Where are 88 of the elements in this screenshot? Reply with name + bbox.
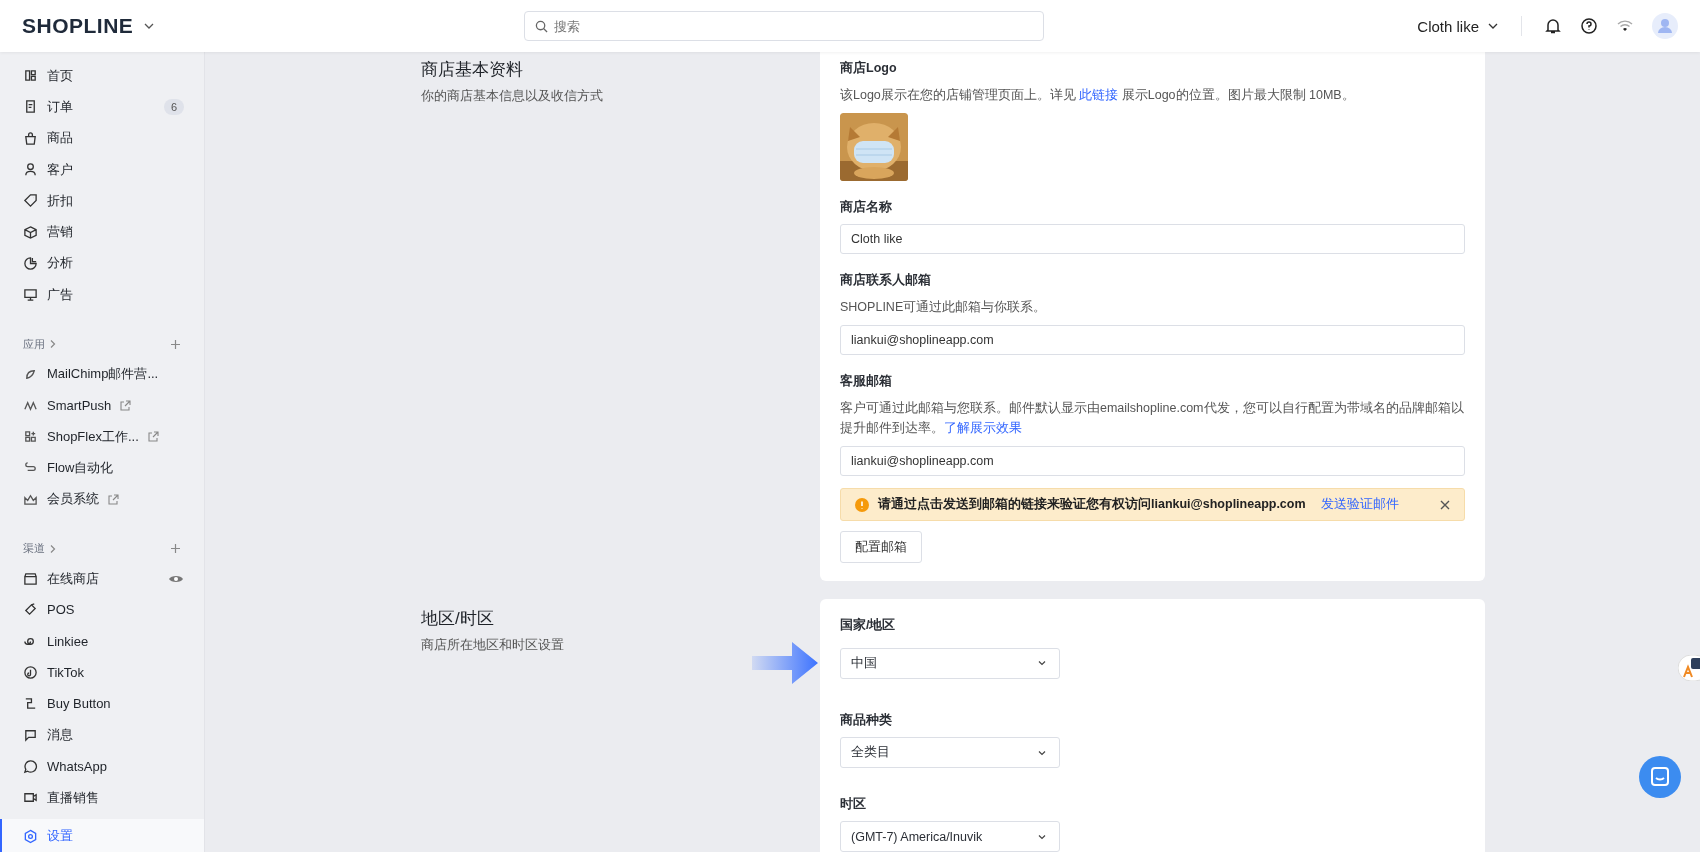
plus-icon[interactable]: [170, 338, 181, 350]
channel-icon: [23, 758, 38, 774]
nav-item[interactable]: 折扣: [0, 185, 204, 217]
nav-item[interactable]: 客户: [0, 153, 204, 186]
nav-item[interactable]: 营销: [0, 216, 204, 248]
translate-icon[interactable]: [1678, 655, 1700, 681]
nav-item[interactable]: 直播销售: [0, 781, 204, 814]
nav-icon: [23, 130, 38, 146]
nav-item[interactable]: 广告: [0, 279, 204, 311]
help-link[interactable]: 此链接: [1079, 88, 1119, 102]
search-field[interactable]: 搜索: [524, 11, 1044, 41]
nav-icon: [23, 193, 38, 209]
configure-button[interactable]: 配置邮箱: [840, 531, 922, 563]
section-heading: 地区/时区: [421, 609, 495, 629]
app-icon: [23, 491, 38, 507]
logo[interactable]: SHOPLINE: [22, 14, 134, 38]
nav-item[interactable]: 会员系统: [0, 483, 204, 515]
help-text: 客户可通过此邮箱与您联系。邮件默认显示由emailshopline.com代发，您可以自行配置为带域名的品牌邮箱以提升邮件到达率。了解展示效果: [840, 400, 1465, 437]
help-text: 该Logo展示在您的店铺管理页面上。详见 此链接 展示Logo的位置。图片最大限制 10MB。: [840, 87, 1356, 104]
nav-item[interactable]: 首页: [0, 60, 204, 92]
search-icon: [535, 20, 548, 33]
chevron-right-icon[interactable]: [49, 339, 57, 350]
section-title[interactable]: 渠道: [23, 541, 45, 557]
field-label: 时区: [840, 796, 867, 813]
external-link-icon: [120, 399, 132, 411]
nav-item[interactable]: 消息: [0, 719, 204, 751]
nav-item[interactable]: POS: [0, 594, 204, 626]
nav-item[interactable]: Buy Button: [0, 688, 204, 720]
section-heading: 商店基本资料: [421, 60, 524, 80]
channel-icon: [23, 602, 38, 618]
nav-item[interactable]: Linkiee: [0, 625, 204, 657]
wifi-icon[interactable]: [1616, 18, 1634, 34]
text-field[interactable]: liankui@shoplineapp.com: [840, 325, 1465, 355]
nav-item[interactable]: TikTok: [0, 656, 204, 689]
count-badge: 6: [163, 98, 184, 115]
section-description: 商店所在地区和时区设置: [421, 637, 565, 654]
section-description: 你的商店基本信息以及收信方式: [421, 88, 604, 105]
store-switcher[interactable]: Cloth like: [1417, 17, 1479, 35]
warning-icon: [855, 497, 869, 512]
help-text: SHOPLINE可通过此邮箱与你联系。: [840, 299, 1048, 316]
nav-item[interactable]: MailChimp邮件营...: [0, 358, 204, 390]
field-label: 客服邮箱: [840, 373, 893, 390]
nav-item[interactable]: 设置: [0, 819, 204, 852]
chevron-down-icon: [1037, 658, 1047, 668]
channel-icon: [23, 664, 38, 680]
close-icon[interactable]: [1440, 499, 1450, 510]
nav-item[interactable]: 分析: [0, 247, 204, 280]
help-icon[interactable]: [1580, 17, 1598, 35]
nav-icon: [23, 162, 38, 178]
field-label: 商品种类: [840, 712, 893, 729]
nav-item[interactable]: SmartPush: [0, 389, 204, 421]
chat-icon[interactable]: [1639, 756, 1681, 798]
nav-icon: [23, 68, 38, 84]
field-label: 商店名称: [840, 199, 893, 216]
text-field[interactable]: Cloth like: [840, 224, 1465, 254]
select-field[interactable]: 中国: [840, 647, 1060, 679]
chevron-right-icon[interactable]: [49, 543, 57, 554]
plus-icon[interactable]: [170, 543, 181, 555]
nav-icon: [23, 287, 38, 303]
gear-icon: [23, 828, 38, 844]
nav-icon: [23, 224, 38, 240]
external-link-icon: [108, 493, 119, 505]
field-label: 国家/地区: [840, 617, 897, 634]
nav-icon: [23, 255, 38, 271]
channel-icon: [23, 571, 38, 586]
app-icon: [23, 429, 38, 445]
select-field[interactable]: (GMT-7) America/Inuvik: [840, 821, 1060, 852]
channel-icon: [23, 696, 38, 712]
nav-item[interactable]: WhatsApp: [0, 750, 204, 782]
external-link-icon: [147, 431, 159, 443]
nav-item[interactable]: ShopFlex工作...: [0, 420, 204, 453]
bell-icon[interactable]: [1544, 17, 1562, 35]
nav-icon: [23, 99, 38, 115]
nav-item[interactable]: 在线商店: [0, 562, 204, 595]
arrow-icon: [752, 642, 818, 684]
section-title[interactable]: 应用: [23, 336, 45, 352]
nav-item[interactable]: Flow自动化: [0, 452, 204, 484]
help-link[interactable]: 了解展示效果: [944, 421, 1022, 435]
nav-item[interactable]: 商品: [0, 122, 204, 154]
nav-item[interactable]: 订单 6: [0, 91, 204, 123]
text-field[interactable]: liankui@shoplineapp.com: [840, 446, 1465, 476]
channel-icon: [23, 727, 38, 743]
avatar-icon[interactable]: [1652, 13, 1678, 39]
field-label: 商店Logo: [840, 60, 898, 77]
send-link[interactable]: 发送验证邮件: [1320, 496, 1399, 513]
alert-text: 请通过点击发送到邮箱的链接来验证您有权访问liankui@shoplineapp.com: [878, 496, 1306, 513]
field-label: 商店联系人邮箱: [840, 272, 932, 289]
select-field[interactable]: 全类目: [840, 737, 1060, 768]
